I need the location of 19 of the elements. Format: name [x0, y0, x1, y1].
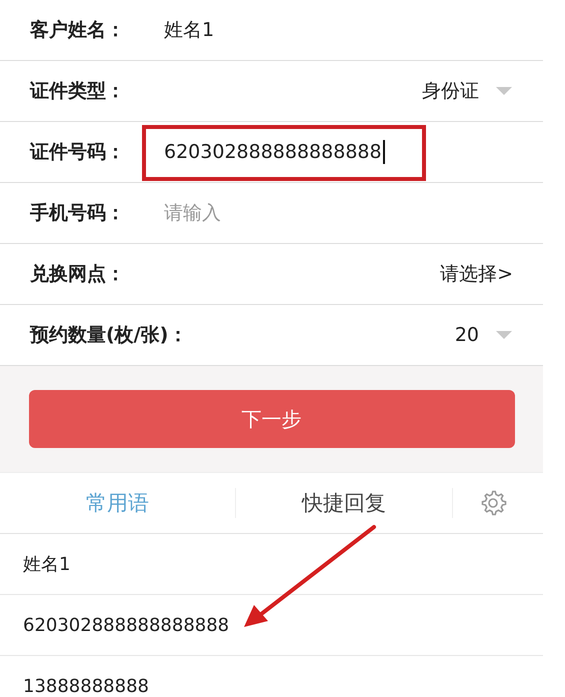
settings-icon[interactable]	[479, 489, 507, 517]
next-button[interactable]: 下一步	[28, 390, 514, 448]
field-label: 预约数量(枚/张)：	[30, 323, 188, 348]
dropdown-caret-icon	[495, 86, 513, 96]
select-link[interactable]: 请选择>	[440, 261, 513, 287]
phrase-item[interactable]: 姓名1	[23, 552, 70, 576]
field-label: 证件号码：	[30, 140, 126, 165]
field-value: 姓名1	[164, 18, 214, 43]
field-label: 手机号码：	[30, 201, 126, 226]
field-label: 客户姓名：	[30, 18, 126, 43]
tab[interactable]: 快捷回复	[236, 489, 452, 517]
dropdown[interactable]: 20	[454, 324, 479, 346]
dropdown[interactable]: 身份证	[422, 78, 479, 104]
dropdown-caret-icon	[495, 330, 513, 340]
phrase-item[interactable]: 13888888888	[23, 676, 149, 696]
field-label: 证件类型：	[30, 79, 126, 104]
field-label: 兑换网点：	[30, 262, 126, 287]
phrase-item[interactable]: 620302888888888888	[23, 614, 230, 636]
input-field[interactable]: 620302888888888888	[164, 132, 385, 172]
